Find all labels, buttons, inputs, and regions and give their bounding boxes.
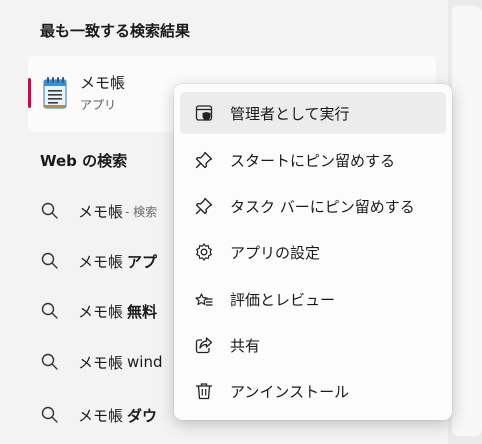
pin-icon — [194, 150, 214, 170]
web-search-heading: Web の検索 — [40, 152, 128, 170]
web-search-suffix: ダウ — [127, 406, 158, 425]
web-search-suffix: アプ — [127, 252, 158, 271]
pin-icon — [194, 196, 214, 216]
gear-icon — [194, 242, 214, 262]
web-search-item[interactable]: メモ帳 無料 — [40, 296, 157, 326]
web-search-query: メモ帳 — [78, 353, 124, 372]
web-search-query: メモ帳 — [78, 406, 124, 425]
menu-item-label: スタートにピン留めする — [230, 151, 396, 170]
app-name: メモ帳 — [80, 74, 126, 92]
admin-shield-icon — [194, 103, 214, 123]
web-search-query: メモ帳 — [78, 252, 124, 271]
search-icon — [40, 301, 60, 321]
web-search-query: メモ帳 — [78, 302, 124, 321]
selection-accent-bar — [28, 78, 31, 108]
search-icon — [40, 352, 60, 372]
menu-item-label: アンインストール — [230, 382, 350, 401]
menu-item-uninstall[interactable]: アンインストール — [180, 370, 446, 412]
menu-item-label: アプリの設定 — [230, 243, 321, 262]
menu-item-rate-and-review[interactable]: 評価とレビュー — [180, 278, 446, 320]
web-search-item[interactable]: メモ帳 ダウ — [40, 400, 157, 430]
web-search-query: メモ帳 — [78, 202, 124, 221]
menu-item-pin-to-start[interactable]: スタートにピン留めする — [180, 139, 446, 181]
menu-item-label: タスク バーにピン留めする — [230, 197, 415, 216]
menu-item-run-as-admin[interactable]: 管理者として実行 — [180, 92, 446, 134]
share-icon — [194, 335, 214, 355]
menu-item-share[interactable]: 共有 — [180, 324, 446, 366]
menu-item-pin-to-taskbar[interactable]: タスク バーにピン留めする — [180, 185, 446, 227]
app-type: アプリ — [80, 98, 117, 112]
web-search-suffix: - 検索 — [125, 204, 158, 219]
search-icon — [40, 251, 60, 271]
right-side-panel — [448, 0, 482, 444]
web-search-item[interactable]: メモ帳 アプ — [40, 246, 157, 276]
menu-item-label: 管理者として実行 — [230, 104, 350, 123]
search-icon — [40, 201, 60, 221]
search-icon — [40, 405, 60, 425]
web-search-suffix: 無料 — [127, 302, 158, 321]
trash-icon — [194, 381, 214, 401]
web-search-item[interactable]: メモ帳 wind — [40, 347, 162, 377]
star-list-icon — [194, 289, 214, 309]
web-search-item[interactable]: メモ帳 - 検索 — [40, 196, 157, 226]
details-card — [452, 6, 482, 436]
web-search-suffix: wind — [127, 353, 163, 371]
notepad-app-icon — [43, 77, 67, 109]
menu-item-label: 共有 — [230, 336, 261, 355]
menu-item-app-settings[interactable]: アプリの設定 — [180, 231, 446, 273]
best-match-heading: 最も一致する検索結果 — [40, 22, 191, 40]
menu-item-label: 評価とレビュー — [230, 290, 336, 309]
context-menu: 管理者として実行スタートにピン留めする タスク バーにピン留めする アプリの設定 評価… — [174, 84, 452, 420]
